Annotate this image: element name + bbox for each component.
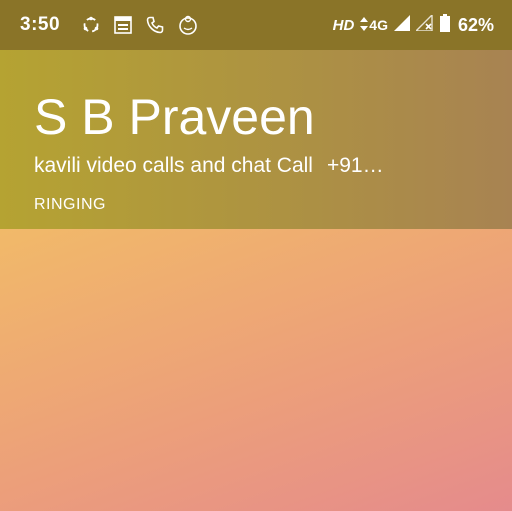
caller-number: +91… <box>326 154 384 177</box>
battery-percentage: 62% <box>457 14 494 35</box>
call-info-header: S B Praveen kavili video calls and chat … <box>0 50 512 229</box>
hd-voice-indicator: HD <box>332 16 355 34</box>
signal-no-sim-icon <box>414 12 434 36</box>
call-subtitle: kavili video calls and chat Call +91… <box>34 154 384 178</box>
notification-icons <box>82 15 198 35</box>
call-status: RINGING <box>34 196 106 213</box>
baby-icon <box>178 15 198 35</box>
sync-icon <box>82 16 100 34</box>
calendar-app-icon <box>114 16 132 34</box>
system-status: HD 4G 62% <box>332 12 494 37</box>
status-bar: 3:50 HD 4G 62% <box>0 0 512 50</box>
incoming-call-screen: 3:50 HD 4G 62% S B Praveen kavili video … <box>0 0 512 511</box>
caller-name: S B Praveen <box>34 89 315 145</box>
network-indicator: 4G <box>360 16 388 34</box>
status-time: 3:50 <box>20 14 61 35</box>
data-arrows-icon <box>360 16 369 34</box>
battery-icon <box>439 13 450 37</box>
call-app-label: kavili video calls and chat Call <box>34 154 313 177</box>
network-type: 4G <box>369 17 388 33</box>
phone-icon <box>146 16 164 34</box>
signal-icon <box>393 14 410 36</box>
